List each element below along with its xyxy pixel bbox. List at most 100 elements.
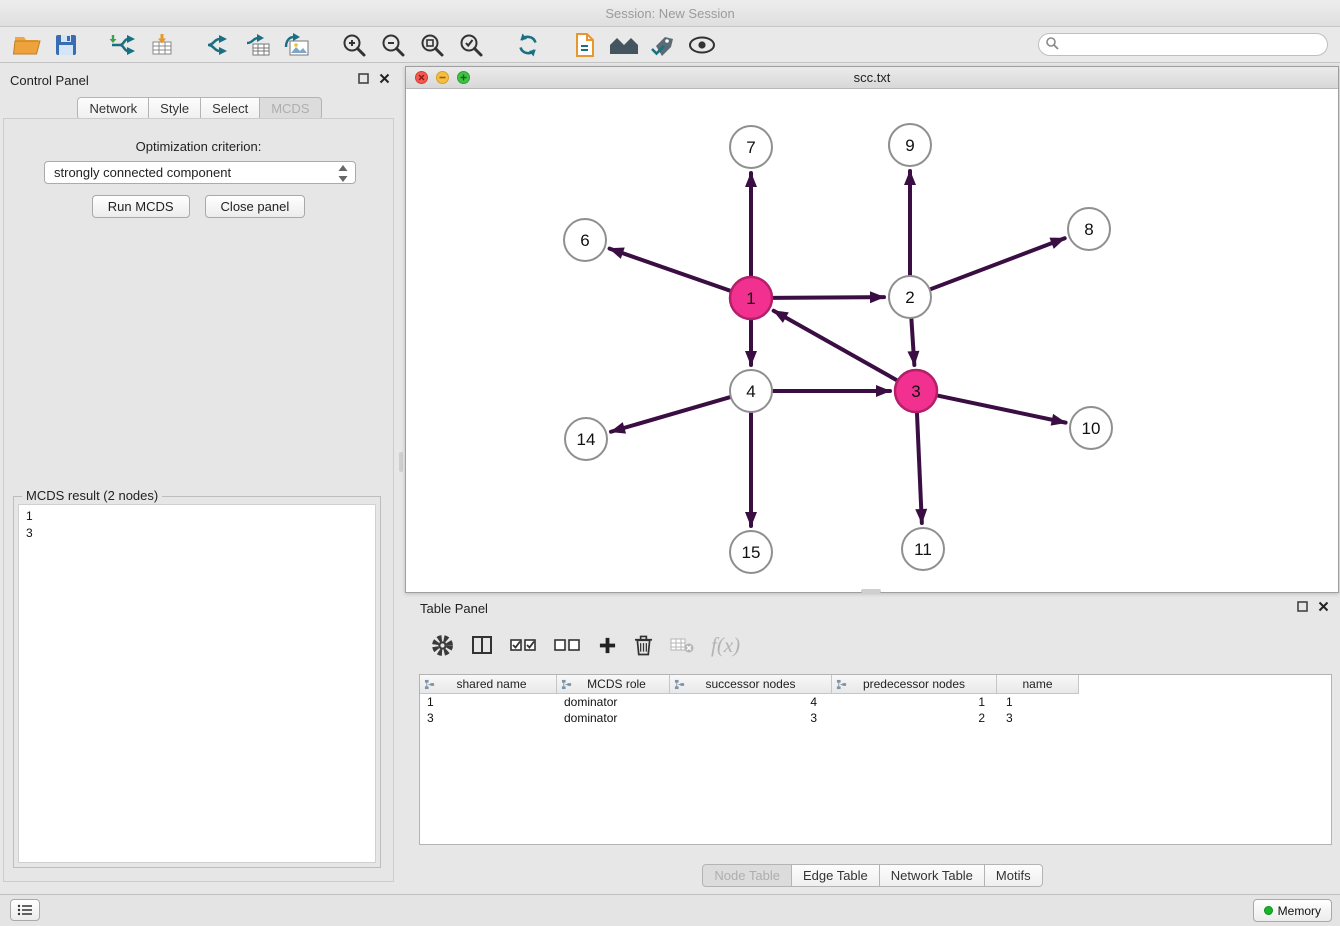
- eye-icon[interactable]: [687, 30, 717, 60]
- vertical-splitter-handle[interactable]: [399, 452, 403, 472]
- graph-node-label: 15: [742, 543, 761, 562]
- tab-motifs[interactable]: Motifs: [985, 864, 1043, 887]
- zoom-fit-icon[interactable]: [417, 30, 447, 60]
- graph-node-10[interactable]: 10: [1070, 407, 1112, 449]
- graph-node-label: 6: [580, 231, 589, 250]
- cell-mcds-role[interactable]: dominator: [557, 710, 670, 726]
- new-table-icon[interactable]: [243, 30, 273, 60]
- graph-edge-4-14[interactable]: [611, 397, 730, 432]
- split-columns-icon[interactable]: [471, 634, 493, 656]
- zoom-selected-icon[interactable]: [456, 30, 486, 60]
- search-box[interactable]: [1038, 33, 1328, 56]
- graph-edge-3-11[interactable]: [917, 413, 922, 523]
- refresh-icon[interactable]: [513, 30, 543, 60]
- new-network-icon[interactable]: [204, 30, 234, 60]
- table-panel-tabs: Node Table Edge Table Network Table Moti…: [405, 864, 1340, 887]
- tab-node-table[interactable]: Node Table: [702, 864, 792, 887]
- import-network-icon[interactable]: [108, 30, 138, 60]
- graph-edge-1-6[interactable]: [610, 249, 731, 291]
- cell-successor-nodes[interactable]: 4: [670, 694, 832, 710]
- cell-shared-name[interactable]: 1: [420, 694, 557, 710]
- maximize-window-icon[interactable]: [457, 71, 470, 84]
- graph-node-label: 11: [914, 540, 932, 559]
- column-header-mcds-role[interactable]: MCDS role: [557, 675, 670, 694]
- graph-node-3[interactable]: 3: [895, 370, 937, 412]
- column-type-icon: [674, 679, 685, 693]
- network-canvas-container: 7 9 6 8 1 2 4 3 14 10 15 11: [406, 89, 1338, 592]
- delete-column-icon[interactable]: [634, 634, 653, 656]
- zoom-in-icon[interactable]: [339, 30, 369, 60]
- graph-node-2[interactable]: 2: [889, 276, 931, 318]
- open-file-icon[interactable]: [12, 30, 42, 60]
- graph-node-15[interactable]: 15: [730, 531, 772, 573]
- horizontal-splitter-handle[interactable]: [861, 589, 881, 593]
- export-image-icon[interactable]: [282, 30, 312, 60]
- graph-node-8[interactable]: 8: [1068, 208, 1110, 250]
- graph-node-1[interactable]: 1: [730, 277, 772, 319]
- table-toolbar: f(x): [419, 625, 740, 665]
- close-panel-icon[interactable]: [378, 72, 391, 85]
- tab-network[interactable]: Network: [77, 97, 149, 120]
- graph-edge-3-10[interactable]: [938, 396, 1066, 423]
- cell-name[interactable]: 3: [997, 710, 1079, 726]
- save-icon[interactable]: [51, 30, 81, 60]
- graph-node-14[interactable]: 14: [565, 418, 607, 460]
- column-header-shared-name[interactable]: shared name: [420, 675, 557, 694]
- memory-status-icon: [1264, 906, 1273, 915]
- close-window-icon[interactable]: [415, 71, 428, 84]
- graph-node-label: 1: [746, 289, 755, 308]
- close-panel-button[interactable]: Close panel: [205, 195, 306, 218]
- select-all-columns-icon[interactable]: [510, 637, 537, 653]
- search-input[interactable]: [1059, 35, 1327, 54]
- apply-style-icon[interactable]: [648, 30, 678, 60]
- table-settings-gear-icon[interactable]: [431, 634, 454, 657]
- double-home-icon[interactable]: [609, 30, 639, 60]
- tab-style[interactable]: Style: [149, 97, 201, 120]
- mcds-result-list[interactable]: 1 3: [18, 504, 376, 863]
- tab-mcds[interactable]: MCDS: [260, 97, 321, 120]
- column-header-name[interactable]: name: [997, 675, 1079, 694]
- tab-network-table[interactable]: Network Table: [880, 864, 985, 887]
- graph-edge-2-3[interactable]: [911, 319, 914, 365]
- column-type-icon: [424, 679, 435, 693]
- graph-node-label: 10: [1082, 419, 1101, 438]
- memory-button[interactable]: Memory: [1253, 899, 1332, 922]
- deselect-all-columns-icon[interactable]: [554, 637, 581, 653]
- cell-successor-nodes[interactable]: 3: [670, 710, 832, 726]
- graph-node-11[interactable]: 11: [902, 528, 944, 570]
- table-row[interactable]: 3 dominator 3 2 3: [420, 710, 1331, 726]
- graph-node-6[interactable]: 6: [564, 219, 606, 261]
- close-table-panel-icon[interactable]: [1317, 600, 1330, 613]
- cell-name[interactable]: 1: [997, 694, 1079, 710]
- column-header-successor-nodes[interactable]: successor nodes: [670, 675, 832, 694]
- graph-node-7[interactable]: 7: [730, 126, 772, 168]
- graph-node-label: 9: [905, 136, 914, 155]
- float-panel-icon[interactable]: [357, 72, 370, 85]
- add-column-icon[interactable]: [598, 636, 617, 655]
- clone-network-icon[interactable]: [570, 30, 600, 60]
- float-table-panel-icon[interactable]: [1296, 600, 1309, 613]
- task-history-button[interactable]: [10, 899, 40, 921]
- graph-edge-1-2[interactable]: [773, 297, 884, 298]
- table-row[interactable]: 1 dominator 4 1 1: [420, 694, 1331, 710]
- tab-select[interactable]: Select: [201, 97, 260, 120]
- table-header-row: shared name MCDS role successor nodes pr…: [420, 675, 1331, 694]
- tab-edge-table[interactable]: Edge Table: [792, 864, 880, 887]
- network-canvas[interactable]: 7 9 6 8 1 2 4 3 14 10 15 11: [406, 89, 1338, 592]
- run-mcds-button[interactable]: Run MCDS: [92, 195, 190, 218]
- graph-edge-2-8[interactable]: [931, 238, 1065, 289]
- mcds-panel-body: Optimization criterion: strongly connect…: [3, 118, 394, 882]
- cell-predecessor-nodes[interactable]: 2: [832, 710, 997, 726]
- graph-node-4[interactable]: 4: [730, 370, 772, 412]
- minimize-window-icon[interactable]: [436, 71, 449, 84]
- cell-shared-name[interactable]: 3: [420, 710, 557, 726]
- zoom-out-icon[interactable]: [378, 30, 408, 60]
- network-window-titlebar[interactable]: scc.txt: [406, 67, 1338, 89]
- graph-edge-3-1[interactable]: [774, 311, 897, 380]
- cell-mcds-role[interactable]: dominator: [557, 694, 670, 710]
- column-header-predecessor-nodes[interactable]: predecessor nodes: [832, 675, 997, 694]
- cell-predecessor-nodes[interactable]: 1: [832, 694, 997, 710]
- graph-node-9[interactable]: 9: [889, 124, 931, 166]
- import-table-icon[interactable]: [147, 30, 177, 60]
- optimization-select[interactable]: strongly connected component: [44, 161, 356, 184]
